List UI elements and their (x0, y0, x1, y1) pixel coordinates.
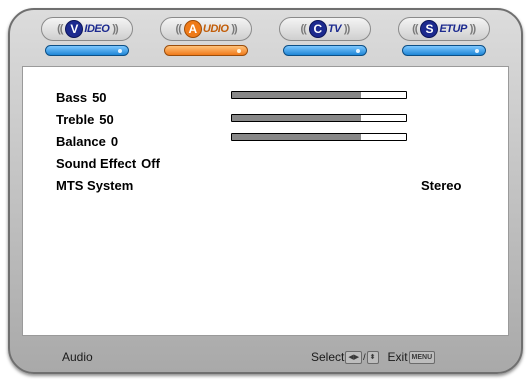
balance-slider[interactable] (231, 133, 407, 141)
tab-audio-pill: (( A UDIO )) (160, 17, 253, 41)
wave-left-icon: (( (57, 23, 63, 35)
tab-video-pill: (( V IDEO )) (41, 17, 134, 41)
tab-tv[interactable]: (( C TV )) (275, 15, 375, 61)
treble-slider[interactable] (231, 114, 407, 122)
tab-tv-label: TV (327, 23, 342, 35)
bass-slider[interactable] (231, 91, 407, 99)
tab-setup-letter: S (420, 20, 439, 38)
tab-video[interactable]: (( V IDEO )) (37, 15, 137, 61)
tab-tv-letter: C (308, 20, 327, 38)
bass-row[interactable]: Bass 50 (56, 88, 107, 106)
tab-audio[interactable]: (( A UDIO )) (156, 15, 256, 61)
left-right-arrow-key-icon: ◀▶ (345, 350, 363, 364)
tab-video-label: IDEO (84, 23, 110, 35)
wave-right-icon: )) (231, 23, 237, 35)
exit-hint-label: Exit (387, 350, 408, 364)
key-hints: Select ◀▶ / ⬍ Exit MENU (311, 350, 436, 364)
balance-row[interactable]: Balance 0 (56, 132, 118, 150)
menu-key-icon: MENU (408, 350, 436, 364)
tab-tv-bar (282, 45, 367, 56)
tab-audio-letter: A (183, 20, 202, 38)
select-hint-label: Select (311, 350, 345, 364)
status-bar: Audio Select ◀▶ / ⬍ Exit MENU (24, 346, 504, 368)
wave-right-icon: )) (469, 23, 476, 35)
treble-row[interactable]: Treble 50 (56, 110, 114, 128)
wave-right-icon: )) (343, 23, 350, 35)
mts-system-label: MTS System (56, 177, 134, 193)
wave-left-icon: (( (300, 23, 307, 35)
balance-value: 0 (110, 133, 119, 149)
treble-value: 50 (99, 111, 114, 127)
tab-video-letter: V (65, 20, 84, 38)
tab-tv-pill: (( C TV )) (278, 17, 371, 41)
current-menu-title: Audio (62, 350, 93, 364)
sound-effect-label: Sound Effect (56, 155, 137, 171)
menu-tabs: (( V IDEO )) (( A UDIO )) (( C TV )) (( … (10, 10, 521, 66)
tab-audio-bar (164, 45, 249, 56)
tab-setup[interactable]: (( S ETUP )) (394, 15, 494, 61)
bass-slider-fill (232, 92, 361, 98)
tab-setup-label: ETUP (439, 23, 467, 35)
tab-setup-pill: (( S ETUP )) (397, 17, 490, 41)
wave-left-icon: (( (412, 23, 418, 35)
tab-audio-label: UDIO (202, 23, 229, 35)
up-down-arrow-key-icon: ⬍ (366, 350, 379, 364)
sound-effect-value: Off (141, 155, 160, 171)
tab-video-bar (45, 45, 130, 56)
balance-label: Balance (56, 133, 106, 149)
tab-setup-bar (401, 45, 486, 56)
mts-system-value[interactable]: Stereo (421, 176, 461, 194)
mts-system-row[interactable]: MTS System (56, 176, 133, 194)
key-separator: / (363, 352, 366, 362)
audio-settings-panel: Bass 50 Treble 50 Balance 0 Sound Effect… (22, 66, 509, 336)
sound-effect-row[interactable]: Sound Effect Off (56, 154, 160, 172)
treble-slider-fill (232, 115, 361, 121)
bass-label: Bass (56, 89, 88, 105)
treble-label: Treble (56, 111, 95, 127)
wave-right-icon: )) (112, 23, 118, 35)
bass-value: 50 (92, 89, 107, 105)
wave-left-icon: (( (175, 23, 182, 35)
balance-slider-fill (232, 134, 361, 140)
